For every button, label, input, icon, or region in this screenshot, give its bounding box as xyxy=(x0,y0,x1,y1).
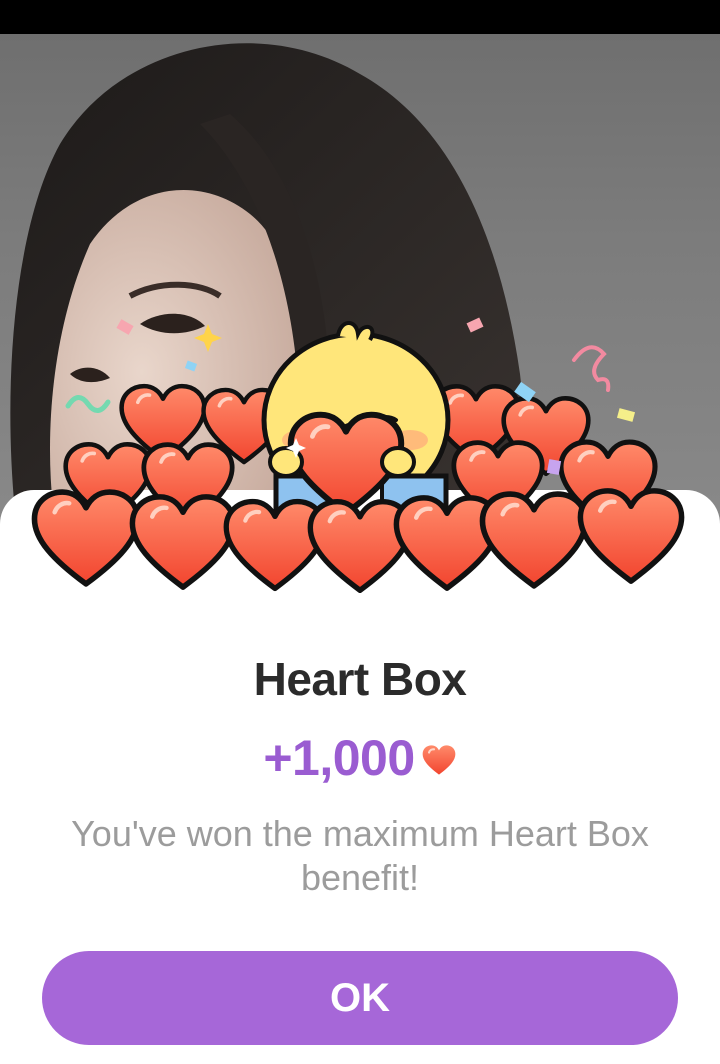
reward-amount: +1,000 xyxy=(263,730,415,786)
heart-icon xyxy=(422,745,456,775)
status-bar xyxy=(0,0,720,34)
chick-holding-heart-illustration xyxy=(0,317,720,620)
ok-button[interactable]: OK xyxy=(42,951,678,1045)
dialog-title: Heart Box xyxy=(253,653,467,705)
dialog-message: You've won the maximum Heart Box benefit… xyxy=(71,813,649,898)
reward-row: +1,000 xyxy=(0,728,720,788)
